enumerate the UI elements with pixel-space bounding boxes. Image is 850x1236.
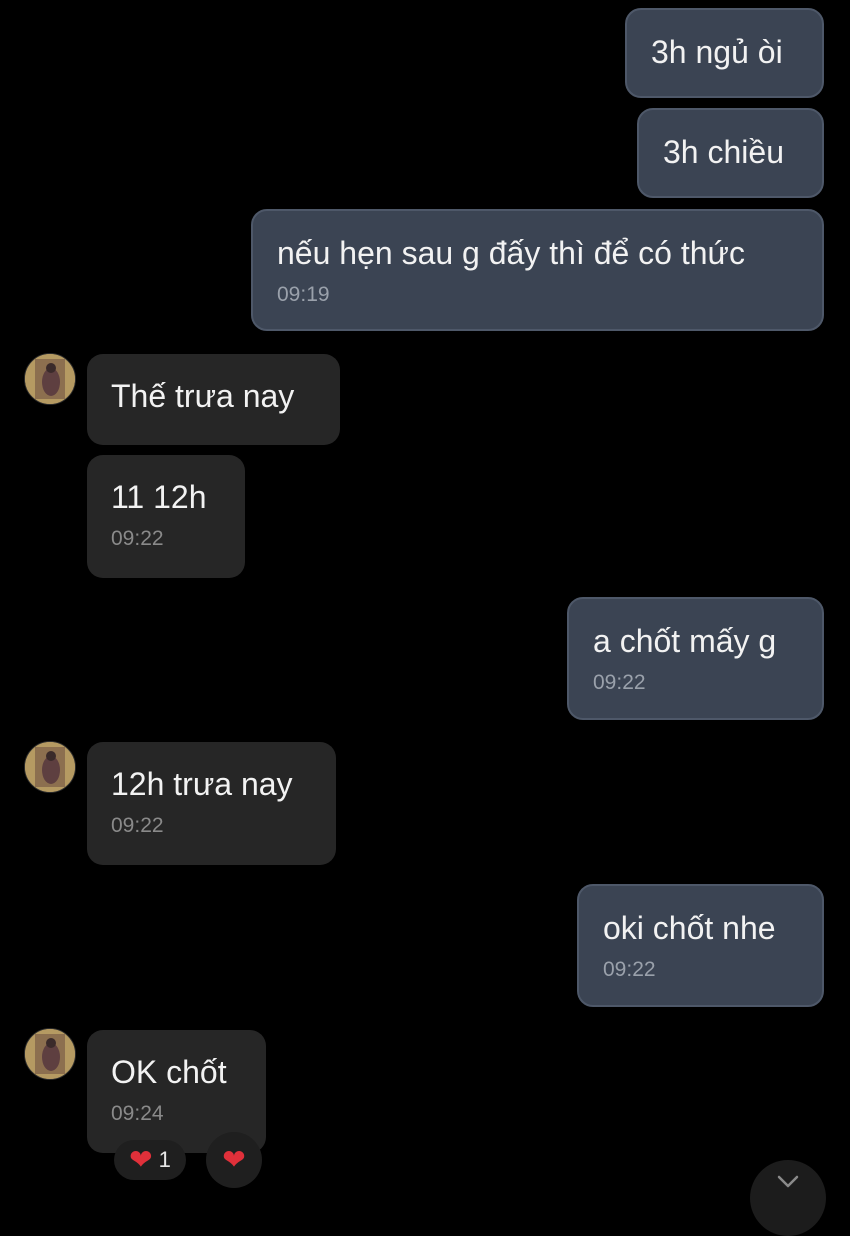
message-bubble-outgoing[interactable]: nếu hẹn sau g đấy thì để có thức 09:19 (251, 209, 824, 331)
message-text: a chốt mấy g (593, 623, 777, 659)
message-timestamp: 09:22 (111, 527, 164, 550)
avatar-photo (25, 1029, 75, 1079)
contact-avatar[interactable] (24, 353, 76, 405)
message-text: Thế trưa nay (111, 378, 295, 414)
contact-avatar[interactable] (24, 1028, 76, 1080)
message-text: 12h trưa nay (111, 766, 293, 802)
message-text: OK chốt (111, 1054, 227, 1090)
scroll-to-bottom-button[interactable] (750, 1160, 826, 1236)
message-timestamp: 09:19 (277, 283, 330, 306)
message-bubble-outgoing[interactable]: 3h chiều (637, 108, 824, 198)
contact-avatar[interactable] (24, 741, 76, 793)
message-bubble-outgoing[interactable]: a chốt mấy g 09:22 (567, 597, 824, 720)
heart-icon: ❤ (129, 1144, 153, 1175)
message-text: oki chốt nhe (603, 910, 776, 946)
message-timestamp: 09:22 (603, 958, 656, 981)
message-bubble-outgoing[interactable]: oki chốt nhe 09:22 (577, 884, 824, 1007)
heart-icon: ❤ (222, 1144, 246, 1175)
message-text: nếu hẹn sau g đấy thì để có thức (277, 235, 745, 271)
message-text: 11 12h (111, 479, 207, 515)
reaction-count: 1 (158, 1147, 171, 1172)
message-bubble-incoming[interactable]: 11 12h 09:22 (87, 455, 245, 578)
message-text: 3h ngủ òi (651, 34, 783, 70)
message-text: 3h chiều (663, 134, 784, 170)
message-timestamp: 09:22 (593, 671, 646, 694)
message-bubble-incoming[interactable]: Thế trưa nay (87, 354, 340, 445)
add-heart-reaction-button[interactable]: ❤ (206, 1132, 262, 1188)
avatar-photo (25, 742, 75, 792)
message-timestamp: 09:22 (111, 814, 164, 837)
chevron-down-icon (777, 1175, 799, 1188)
message-bubble-outgoing[interactable]: 3h ngủ òi (625, 8, 824, 98)
heart-reaction-chip[interactable]: ❤ 1 (114, 1140, 186, 1180)
message-bubble-incoming[interactable]: 12h trưa nay 09:22 (87, 742, 336, 865)
avatar-photo (25, 354, 75, 404)
message-timestamp: 09:24 (111, 1102, 164, 1125)
